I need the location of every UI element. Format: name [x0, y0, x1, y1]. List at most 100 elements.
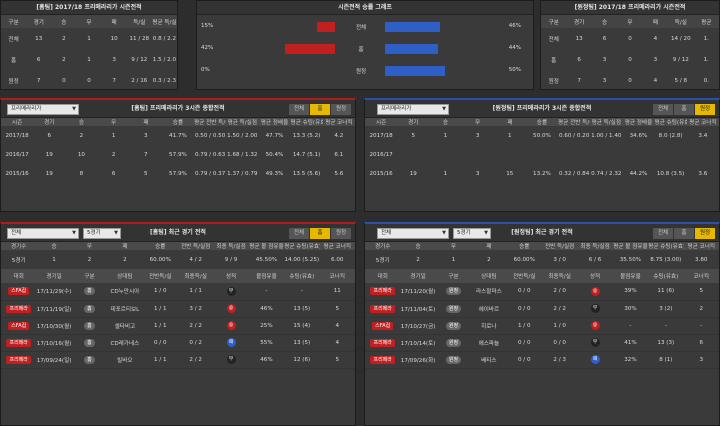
- cell: 0.3 / 2.3: [152, 77, 177, 84]
- cell: 2: [87, 256, 92, 263]
- th-cell: 경기: [566, 15, 592, 28]
- league-badge[interactable]: 프리메라: [370, 355, 395, 364]
- cell: [429, 145, 461, 164]
- league-select[interactable]: 프리메라리가 ▼: [7, 104, 79, 115]
- th-cell: 평균 슈팅(유효): [284, 242, 320, 250]
- league-badge[interactable]: 프리메라: [370, 287, 395, 296]
- th-cell: 승: [51, 15, 77, 28]
- cell: 6: [111, 170, 116, 177]
- cell: [655, 145, 687, 164]
- opponent-cell[interactable]: 베티스: [471, 351, 507, 369]
- cell: 60.00%: [513, 256, 535, 263]
- match-row[interactable]: 프리메라 17/10/16(월) 홈 CD레가네스 0 / 00 / 2 패 55% 13 (…: [1, 334, 355, 352]
- th-cell: 대회: [365, 269, 401, 283]
- cell: 전체: [8, 36, 19, 43]
- result-badge: 승: [226, 321, 236, 330]
- opponent-cell[interactable]: 라스팔마스: [471, 283, 507, 301]
- tab-home[interactable]: 홈: [310, 228, 330, 239]
- home-pct-label: 0%: [201, 67, 210, 73]
- half-score-cell: 0 / 0: [142, 334, 178, 352]
- league-badge[interactable]: 프리메라: [370, 338, 395, 347]
- league-badge[interactable]: 스FA컵: [372, 321, 394, 330]
- cell: 0.32 / 0.84: [558, 170, 590, 177]
- filter-select[interactable]: 전체 ▼: [7, 228, 79, 239]
- tab-home[interactable]: 홈: [674, 228, 694, 239]
- tab-away[interactable]: 원정: [695, 104, 715, 115]
- opponent-cell[interactable]: 셀타비고: [107, 317, 143, 335]
- match-row[interactable]: 프리메라 17/09/24(일) 홈 빌바오 1 / 12 / 2 무 46% 12 (6) 5: [1, 351, 355, 369]
- match-row[interactable]: 프리메라 17/11/04(토) 원정 헤이바르 0 / 02 / 2 무 30% 3 (2)…: [365, 300, 719, 318]
- possession-cell: -: [248, 283, 285, 301]
- match-row[interactable]: 스FA컵 17/10/27(금) 원정 히로나 1 / 01 / 0승---: [365, 317, 719, 335]
- league-select[interactable]: 프리메라리가 ▼: [377, 104, 449, 115]
- result-cell: 무: [213, 283, 249, 301]
- tab-home[interactable]: 홈: [310, 104, 330, 115]
- league-badge[interactable]: 스FA컵: [8, 321, 30, 330]
- match-row[interactable]: 프리메라 17/09/26(화) 원정 베티스 0 / 02 / 3 패 32% 8 (1) 3: [365, 351, 719, 369]
- cell: 0.79 / 0.63: [194, 151, 226, 158]
- th-cell: 득/실: [668, 15, 694, 28]
- away-pct-label: 44%: [508, 45, 521, 51]
- th-cell: 승: [65, 118, 98, 126]
- cell: 3 / 0: [553, 256, 566, 263]
- match-row[interactable]: 스FA컵 17/10/30(월) 홈 셀타비고 1 / 12 / 2 승 25% 15 (4)…: [1, 317, 355, 335]
- tab-all[interactable]: 전체: [289, 228, 309, 239]
- league-badge[interactable]: 스FA컵: [8, 287, 30, 296]
- graph-row-label: 전체: [355, 25, 367, 31]
- league-badge[interactable]: 프리메라: [6, 338, 31, 347]
- league-badge[interactable]: 프리메라: [370, 304, 395, 313]
- tab-away[interactable]: 원정: [331, 104, 351, 115]
- side-badge: 홈: [84, 304, 95, 313]
- cell: 13: [35, 35, 43, 42]
- tab-all[interactable]: 전체: [653, 104, 673, 115]
- opponent-cell[interactable]: CD레가네스: [107, 334, 143, 352]
- count-select[interactable]: 5경기 ▼: [83, 228, 121, 239]
- league-cell: 스FA컵: [365, 317, 401, 335]
- th-cell: 구분: [71, 269, 108, 283]
- corner-cell: 5: [319, 300, 355, 318]
- opponent-cell[interactable]: 데포르티보L: [107, 300, 143, 318]
- away-3season-tabs: 전체 홈 원정: [653, 104, 715, 115]
- cell: 6: [36, 56, 41, 63]
- cell: 5: [411, 132, 416, 139]
- match-row[interactable]: 프리메라 17/10/14(토) 원정 에스파뇰 0 / 00 / 0 무 41% 13 (3…: [365, 334, 719, 352]
- tab-all[interactable]: 전체: [653, 228, 673, 239]
- opponent-cell[interactable]: 에스파뇰: [471, 334, 507, 352]
- opponent-cell[interactable]: 헤이바르: [471, 300, 507, 318]
- league-badge[interactable]: 프리메라: [6, 304, 31, 313]
- th-cell: 최종 득/실점: [577, 242, 613, 250]
- filter-select[interactable]: 전체 ▼: [377, 228, 449, 239]
- corner-cell: 4: [319, 334, 355, 352]
- half-score-cell: 1 / 1: [142, 317, 178, 335]
- full-score-cell: 2 / 2: [177, 317, 214, 335]
- table-row: 2017/18 5 1 3 1 50.0% 0.60 / 0.20 1.00 / 1.40 34…: [365, 126, 719, 145]
- cell: 60.00%: [149, 256, 171, 263]
- side-cell: 홈: [71, 317, 108, 335]
- table-header: 시즌경기승무패승률평균 전반 득/실점평균 득/실점평균 정배율평균 슈팅(유효…: [1, 118, 355, 126]
- away-season-title: [원정팀] 2017/18 프리메라리가 시즌전적: [541, 1, 719, 15]
- th-cell: 평균 코너킥: [319, 242, 355, 250]
- tab-away[interactable]: 원정: [331, 228, 351, 239]
- match-row[interactable]: 프리메라 17/11/19(일) 홈 데포르티보L 1 / 13 / 2 승 46% 13 (…: [1, 300, 355, 318]
- opponent-cell[interactable]: CD누만시아: [107, 283, 143, 301]
- opponent-cell[interactable]: 히로나: [471, 317, 507, 335]
- cell: 4: [653, 77, 658, 84]
- th-cell: 평균 정배율: [258, 118, 291, 126]
- count-select[interactable]: 5경기 ▼: [453, 228, 491, 239]
- cell: 19: [45, 151, 53, 158]
- tab-home[interactable]: 홈: [674, 104, 694, 115]
- match-row[interactable]: 스FA컵 17/11/29(수) 홈 CD누만시아 1 / 01 / 1 무 - -11: [1, 283, 355, 301]
- away-recent-panel: [원정팀] 최근 경기 전적 전체 ▼ 5경기 ▼ 전체 홈 원정 경기수 승 무 패 승률…: [364, 222, 720, 426]
- match-row[interactable]: 프리메라 17/11/20(월) 원정 라스팔마스 0 / 02 / 0 승 39% 11 (…: [365, 283, 719, 301]
- cell: 5.6: [334, 170, 344, 177]
- th-cell: 코너킥: [319, 269, 355, 283]
- th-cell: 평균 코너킥: [322, 118, 355, 126]
- th-cell: 평균 전반 득/실점: [558, 118, 591, 126]
- tab-away[interactable]: 원정: [695, 228, 715, 239]
- opponent-cell[interactable]: 빌바오: [107, 351, 143, 369]
- league-badge[interactable]: 프리메라: [6, 355, 31, 364]
- cell: [462, 145, 494, 164]
- result-cell: 패: [213, 334, 249, 352]
- chevron-down-icon: ▼: [72, 106, 76, 112]
- tab-all[interactable]: 전체: [289, 104, 309, 115]
